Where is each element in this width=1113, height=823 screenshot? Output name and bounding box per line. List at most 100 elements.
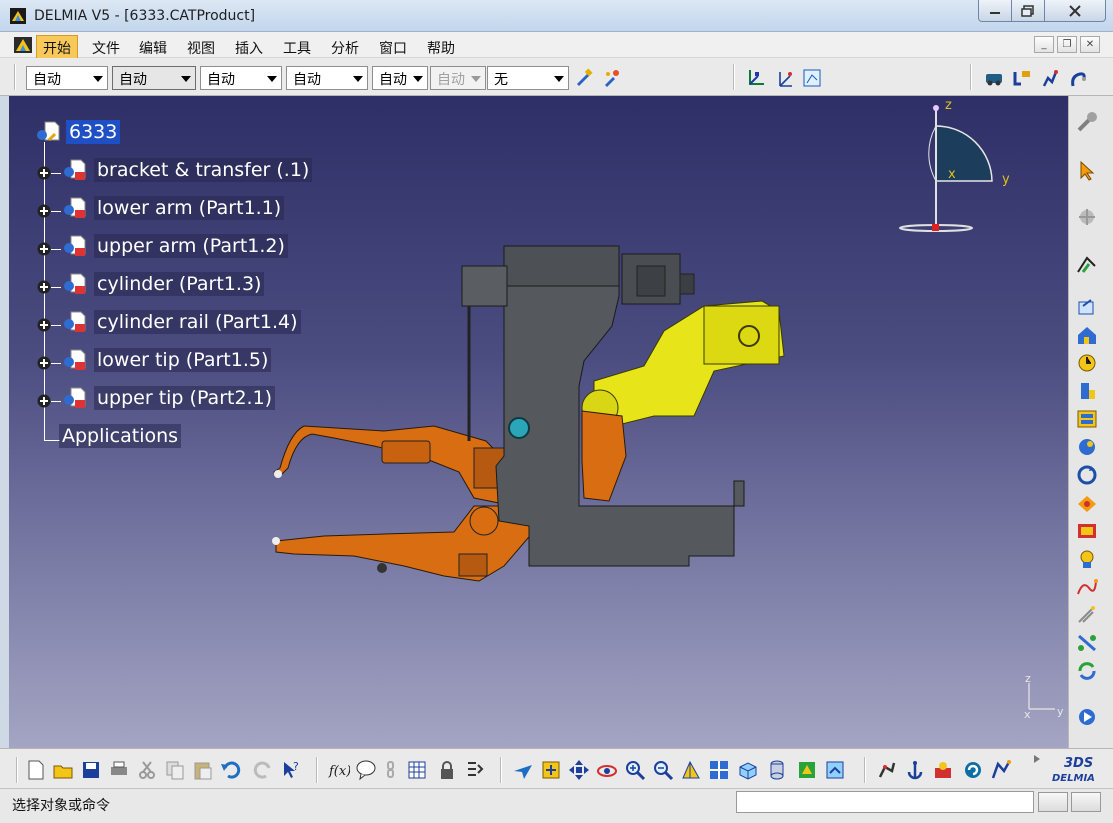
product-icon[interactable] [33,120,61,146]
multi-view-icon[interactable] [708,759,730,781]
close-button[interactable] [1044,0,1106,22]
point-symbol-combo[interactable]: 自动 [372,66,428,90]
color-combo[interactable]: 自动 [26,66,108,90]
status-tool-button[interactable] [1038,792,1068,812]
layer-combo[interactable]: 无 [487,66,569,90]
device-icon[interactable] [984,68,1004,88]
menu-window[interactable]: 窗口 [379,38,407,58]
menu-help[interactable]: 帮助 [427,38,455,58]
toolbar-grip[interactable] [16,757,18,783]
tree-node-label[interactable]: lower arm (Part1.1) [94,196,285,220]
cycle-icon[interactable] [962,759,984,781]
menu-analyze[interactable]: 分析 [331,38,359,58]
home-device-icon[interactable] [1075,492,1099,514]
status-tool-button[interactable] [1071,792,1101,812]
fit-all-icon[interactable] [540,759,562,781]
teach-device-icon[interactable] [1040,68,1060,88]
snap-disabled-icon[interactable] [1075,206,1099,228]
home-view-icon[interactable] [1075,324,1099,346]
device-building-icon[interactable] [990,759,1012,781]
toolbar-overflow-icon[interactable] [1032,753,1042,765]
help-pointer-icon[interactable]: ? [280,759,302,781]
menu-edit[interactable]: 编辑 [139,38,167,58]
hide-show-icon[interactable] [796,759,818,781]
menu-view[interactable]: 视图 [187,38,215,58]
doc-close-button[interactable]: ✕ [1080,36,1100,53]
cut-icon[interactable] [136,759,158,781]
fit-all-in-icon[interactable] [1075,296,1099,318]
tree-node-label[interactable]: cylinder (Part1.3) [94,272,265,296]
print-icon[interactable] [108,759,130,781]
rendering-style-combo[interactable]: 自动 [430,66,486,90]
sketch-grid-icon[interactable] [802,68,822,88]
expand-plus-icon[interactable] [37,356,51,370]
parts-catalog-icon[interactable] [1075,408,1099,430]
pan-icon[interactable] [568,759,590,781]
lock-icon[interactable] [436,759,458,781]
save-icon[interactable] [80,759,102,781]
wrench-icon[interactable] [1075,110,1099,132]
anchor-icon[interactable] [904,759,926,781]
swap-visible-space-icon[interactable] [824,759,846,781]
axis-system-icon[interactable] [774,68,794,88]
copy-icon[interactable] [164,759,186,781]
undo-icon[interactable] [220,759,242,781]
compass-widget[interactable]: z x y [899,96,1009,236]
render-style-icon[interactable] [766,759,788,781]
expand-plus-icon[interactable] [37,242,51,256]
3d-compass-icon[interactable] [746,68,766,88]
line-thickness-combo[interactable]: 自动 [200,66,282,90]
menu-insert[interactable]: 插入 [235,38,263,58]
toolbar-grip[interactable] [14,64,16,90]
tag-group-icon[interactable] [1075,632,1099,654]
tag-icon[interactable] [1075,604,1099,626]
minimize-button[interactable] [978,0,1012,22]
simulation-icon[interactable] [1075,706,1099,728]
tool-tip-icon[interactable] [1075,548,1099,570]
jog-mechanism-icon[interactable] [1012,68,1032,88]
expand-plus-icon[interactable] [37,394,51,408]
rotate-view-icon[interactable] [596,759,618,781]
paintbrush-icon[interactable] [574,68,594,88]
linetype-combo[interactable]: 自动 [286,66,368,90]
isometric-view-icon[interactable] [736,759,758,781]
robot-arm-icon[interactable] [1068,68,1088,88]
formula-icon[interactable]: f(x) [328,759,350,781]
chain-icon[interactable] [380,759,402,781]
manipulate-icon[interactable] [1075,254,1099,276]
table-icon[interactable] [406,759,428,781]
expand-plus-icon[interactable] [37,166,51,180]
tree-node-label[interactable]: bracket & transfer (.1) [94,158,313,182]
resource-icon[interactable] [932,759,954,781]
fly-mode-icon[interactable] [512,759,534,781]
menu-file[interactable]: 文件 [92,38,120,58]
tree-root[interactable]: 6333 [66,120,121,144]
measure-icon[interactable] [1075,380,1099,402]
menu-tools[interactable]: 工具 [283,38,311,58]
comment-icon[interactable] [355,759,377,781]
expand-plus-icon[interactable] [37,204,51,218]
refresh-icon[interactable] [1075,660,1099,682]
knowledge-icon[interactable] [464,759,486,781]
robot-joint-icon[interactable] [876,759,898,781]
power-input-field[interactable] [736,791,1034,813]
format-painter-icon[interactable] [602,68,622,88]
expand-plus-icon[interactable] [37,280,51,294]
zoom-in-icon[interactable] [624,759,646,781]
redo-icon[interactable] [252,759,274,781]
tree-node-label[interactable]: upper tip (Part2.1) [94,386,276,410]
doc-restore-button[interactable]: ❐ [1057,36,1077,53]
paste-icon[interactable] [192,759,214,781]
open-icon[interactable] [52,759,74,781]
path-icon[interactable] [1075,576,1099,598]
normal-view-icon[interactable] [680,759,702,781]
welding-gun-model[interactable] [264,236,794,586]
rotate-icon[interactable] [1075,464,1099,486]
3d-viewport[interactable]: 6333 bracket & transfer (.1) lower arm (… [9,96,1068,748]
tree-node-label[interactable]: lower tip (Part1.5) [94,348,272,372]
expand-plus-icon[interactable] [37,318,51,332]
robot-program-icon[interactable] [1075,520,1099,542]
doc-minimize-button[interactable]: _ [1034,36,1054,53]
tree-node-label[interactable]: upper arm (Part1.2) [94,234,288,258]
tree-applications[interactable]: Applications [59,424,182,448]
